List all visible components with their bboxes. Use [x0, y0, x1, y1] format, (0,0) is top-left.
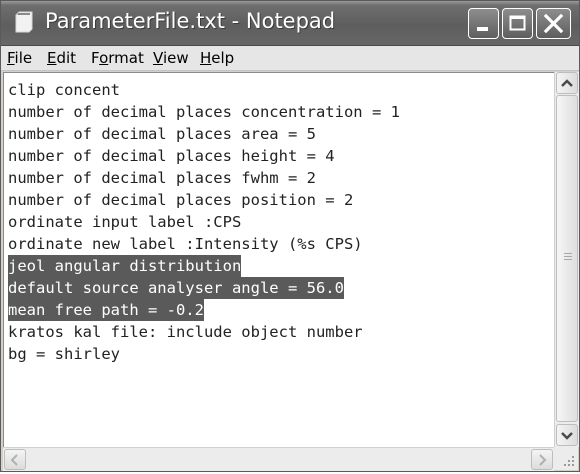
scroll-left-button[interactable]: [4, 449, 26, 470]
vertical-scrollbar[interactable]: [554, 72, 579, 447]
resize-grip-icon: [564, 456, 574, 466]
title-bar[interactable]: ParameterFile.txt - Notepad: [1, 1, 579, 46]
text-line: default source analyser angle = 56.0: [8, 277, 344, 299]
menu-edit[interactable]: Edit: [47, 49, 76, 67]
menu-format[interactable]: Format: [91, 49, 144, 67]
menu-view[interactable]: View: [153, 49, 189, 67]
menu-help[interactable]: Help: [200, 49, 234, 67]
scroll-right-button[interactable]: [531, 449, 553, 470]
notepad-window: ParameterFile.txt - Notepad File Edit Fo…: [0, 0, 580, 472]
minimize-icon: [477, 27, 488, 31]
resize-grip[interactable]: [554, 447, 578, 470]
scroll-up-arrow-icon: [561, 79, 573, 87]
text-line: number of decimal places fwhm = 2: [8, 169, 316, 187]
text-line: jeol angular distribution: [8, 255, 242, 277]
text-line: number of decimal places concentration =…: [8, 103, 400, 121]
text-line: number of decimal places position = 2: [8, 191, 354, 209]
close-icon: [543, 13, 564, 34]
text-line: bg = shirley: [8, 345, 120, 363]
menu-file[interactable]: File: [7, 49, 32, 67]
scroll-right-arrow-icon: [539, 454, 547, 466]
thumb-grip-line: [564, 253, 572, 254]
scroll-up-button[interactable]: [556, 72, 578, 94]
scroll-down-arrow-icon: [561, 432, 573, 440]
scroll-left-arrow-icon: [10, 454, 18, 466]
menu-bar: File Edit Format View Help: [1, 46, 579, 71]
text-line: number of decimal places height = 4: [8, 147, 335, 165]
thumb-grip-line: [564, 256, 572, 257]
text-line: ordinate input label :CPS: [8, 213, 242, 231]
maximize-button[interactable]: [502, 8, 533, 39]
text-editor[interactable]: clip concent number of decimal places con…: [3, 72, 554, 449]
notepad-icon: [15, 11, 33, 33]
text-line: ordinate new label :Intensity (%s CPS): [8, 235, 363, 253]
minimize-button[interactable]: [468, 8, 499, 39]
thumb-grip-line: [564, 259, 572, 260]
text-line: number of decimal places area = 5: [8, 125, 316, 143]
text-line: clip concent: [8, 81, 120, 99]
vertical-scroll-thumb[interactable]: [556, 95, 578, 422]
scroll-down-button[interactable]: [556, 424, 578, 446]
maximize-icon: [509, 15, 526, 31]
horizontal-scrollbar[interactable]: [3, 447, 554, 471]
text-line: kratos kal file: include object number: [8, 323, 363, 341]
close-button[interactable]: [536, 8, 571, 39]
text-line: mean free path = -0.2: [8, 299, 204, 321]
window-title: ParameterFile.txt - Notepad: [45, 9, 336, 33]
